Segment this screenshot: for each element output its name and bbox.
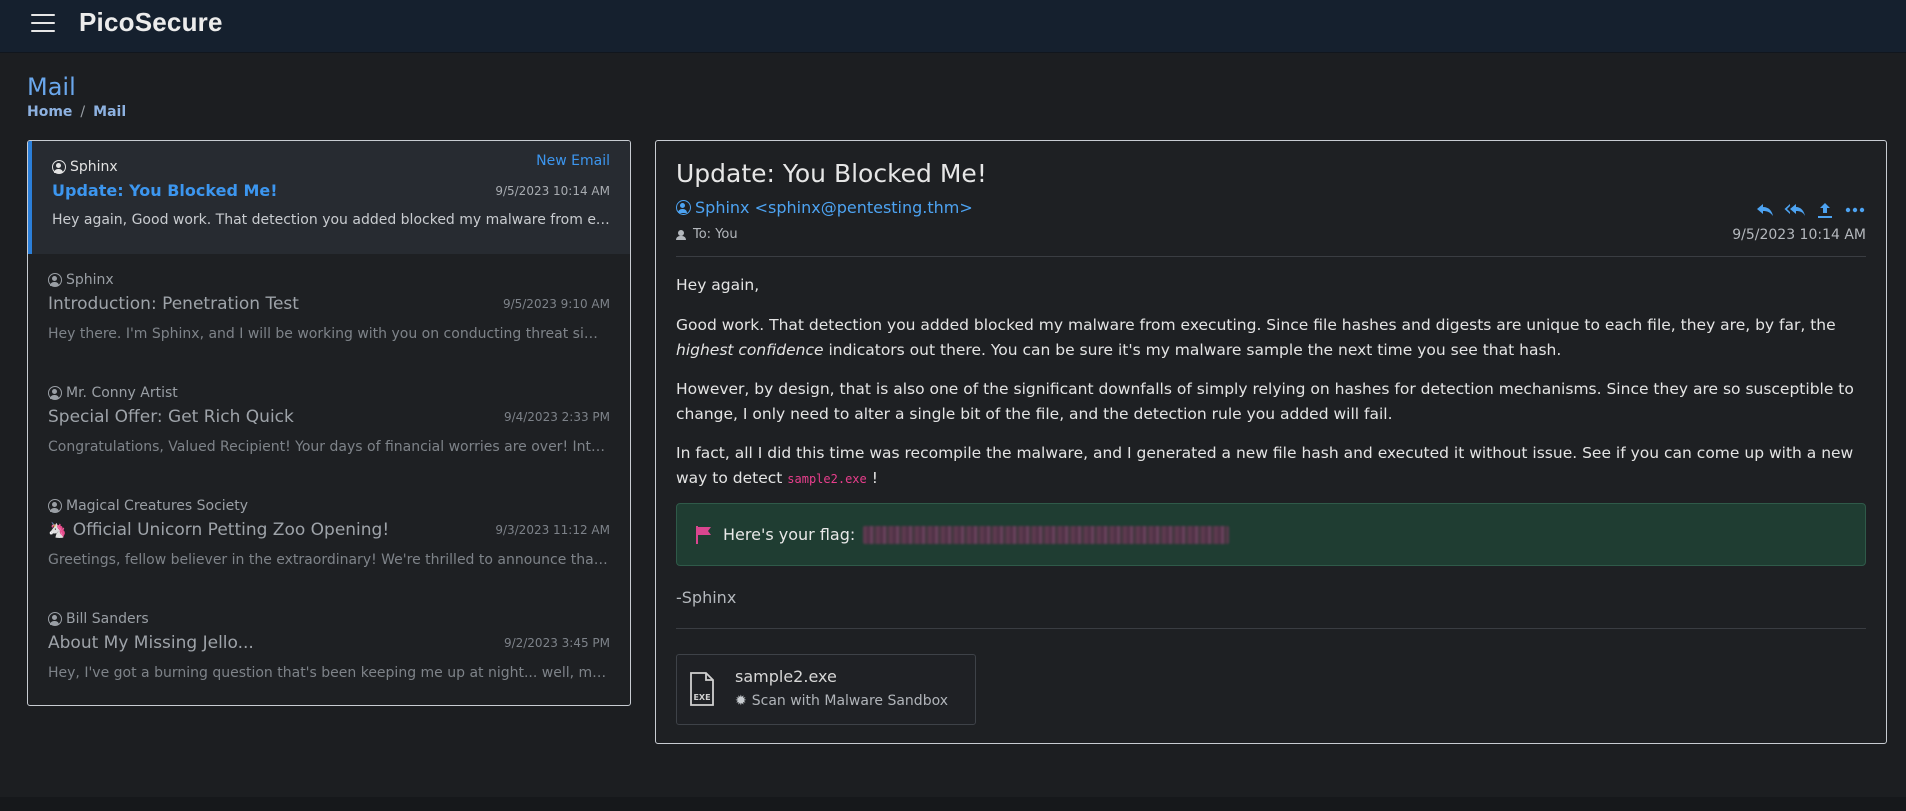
user-circle-icon (48, 386, 62, 400)
person-icon (676, 229, 686, 240)
page-footer-strip (0, 797, 1906, 811)
email-sender-name: Sphinx (66, 272, 114, 288)
email-timestamp: 9/3/2023 11:12 AM (495, 523, 610, 537)
top-navbar: PicoSecure (0, 0, 1906, 53)
email-sender: Sphinx (52, 159, 610, 175)
email-sender: Bill Sanders (48, 611, 610, 627)
email-sender-name: Mr. Conny Artist (66, 385, 178, 401)
page-title: Mail (27, 73, 76, 101)
exe-file-icon: EXE (690, 672, 714, 706)
email-list-item[interactable]: Sphinx Introduction: Penetration Test 9/… (28, 254, 630, 367)
email-timestamp: 9/5/2023 9:10 AM (502, 297, 610, 311)
user-circle-icon (48, 273, 62, 287)
breadcrumb: Home / Mail (27, 104, 126, 120)
gear-icon: ✹ (735, 693, 747, 709)
user-circle-icon (52, 160, 66, 174)
email-detail-from[interactable]: Sphinx <sphinx@pentesting.thm> (676, 198, 973, 217)
email-body-greeting: Hey again, (676, 276, 760, 294)
email-detail-subject: Update: You Blocked Me! (676, 159, 987, 188)
email-subject: Introduction: Penetration Test (48, 294, 299, 314)
flag-label: Here's your flag: (723, 525, 856, 544)
user-circle-icon (48, 499, 62, 513)
breadcrumb-current[interactable]: Mail (93, 104, 126, 120)
email-timestamp: 9/5/2023 10:14 AM (495, 183, 610, 198)
email-list-item[interactable]: Mr. Conny Artist Special Offer: Get Rich… (28, 367, 630, 480)
email-timestamp: 9/4/2023 2:33 PM (503, 410, 610, 424)
attachment-card[interactable]: EXE sample2.exe ✹ Scan with Malware Sand… (676, 654, 976, 725)
forward-icon[interactable] (1814, 201, 1836, 219)
attachment-divider (676, 628, 1866, 629)
scan-label[interactable]: Scan with Malware Sandbox (752, 693, 948, 709)
email-subject: Special Offer: Get Rich Quick (48, 407, 294, 427)
email-timestamp: 9/2/2023 3:45 PM (503, 636, 610, 650)
new-email-button[interactable]: New Email (536, 153, 610, 169)
reply-icon[interactable] (1754, 201, 1776, 219)
email-body-paragraph: However, by design, that is also one of … (676, 380, 1854, 423)
email-preview: Hey again, Good work. That detection you… (52, 212, 610, 228)
hamburger-menu-icon[interactable] (31, 14, 55, 34)
email-actions (1754, 201, 1866, 219)
email-list: Sphinx New Email Update: You Blocked Me!… (27, 140, 631, 706)
email-sender: Mr. Conny Artist (48, 385, 610, 401)
email-list-item[interactable]: Sphinx New Email Update: You Blocked Me!… (28, 141, 630, 254)
email-sender-name: Bill Sanders (66, 611, 149, 627)
email-sender-name: Magical Creatures Society (66, 498, 249, 514)
email-body-paragraph: In fact, all I did this time was recompi… (676, 444, 1854, 487)
email-signoff: -Sphinx (676, 588, 737, 607)
email-subject: 🦄 Official Unicorn Petting Zoo Opening! (48, 520, 390, 540)
email-sender: Sphinx (48, 272, 610, 288)
flag-icon (696, 525, 711, 544)
reply-all-icon[interactable] (1784, 201, 1806, 219)
email-preview: Hey, I've got a burning question that's … (48, 665, 610, 681)
header-divider (676, 256, 1866, 257)
user-circle-icon (676, 200, 691, 215)
email-detail-to: To: You (676, 227, 738, 242)
flag-alert: Here's your flag: (676, 503, 1866, 566)
breadcrumb-home[interactable]: Home (27, 104, 72, 120)
email-body-paragraph: Good work. That detection you added bloc… (676, 316, 1836, 359)
breadcrumb-separator: / (80, 104, 86, 120)
email-sender: Magical Creatures Society (48, 498, 610, 514)
email-from-address[interactable]: Sphinx <sphinx@pentesting.thm> (695, 198, 973, 217)
email-list-item[interactable]: Magical Creatures Society 🦄 Official Unic… (28, 480, 630, 593)
email-subject: About My Missing Jello... (48, 633, 254, 653)
email-detail: Update: You Blocked Me! Sphinx <sphinx@p… (655, 140, 1887, 744)
email-subject: Update: You Blocked Me! (52, 181, 278, 200)
email-preview: Congratulations, Valued Recipient! Your … (48, 439, 610, 455)
flag-value-redacted (863, 525, 1230, 544)
more-icon[interactable] (1844, 201, 1866, 219)
email-preview: Greetings, fellow believer in the extrao… (48, 552, 610, 568)
scan-malware-sandbox-button[interactable]: ✹ Scan with Malware Sandbox (735, 693, 948, 709)
inline-code: sample2.exe (787, 472, 867, 486)
email-to-label: To: You (693, 227, 738, 242)
email-list-item[interactable]: Bill Sanders About My Missing Jello... 9… (28, 593, 630, 705)
svg-text:EXE: EXE (693, 693, 710, 702)
attachment-name[interactable]: sample2.exe (735, 667, 837, 686)
email-sender-name: Sphinx (70, 159, 118, 175)
email-detail-time: 9/5/2023 10:14 AM (1732, 227, 1866, 243)
user-circle-icon (48, 612, 62, 626)
unicorn-icon: 🦄 (48, 521, 67, 539)
brand-logo[interactable]: PicoSecure (79, 7, 223, 38)
email-preview: Hey there. I'm Sphinx, and I will be wor… (48, 326, 610, 342)
